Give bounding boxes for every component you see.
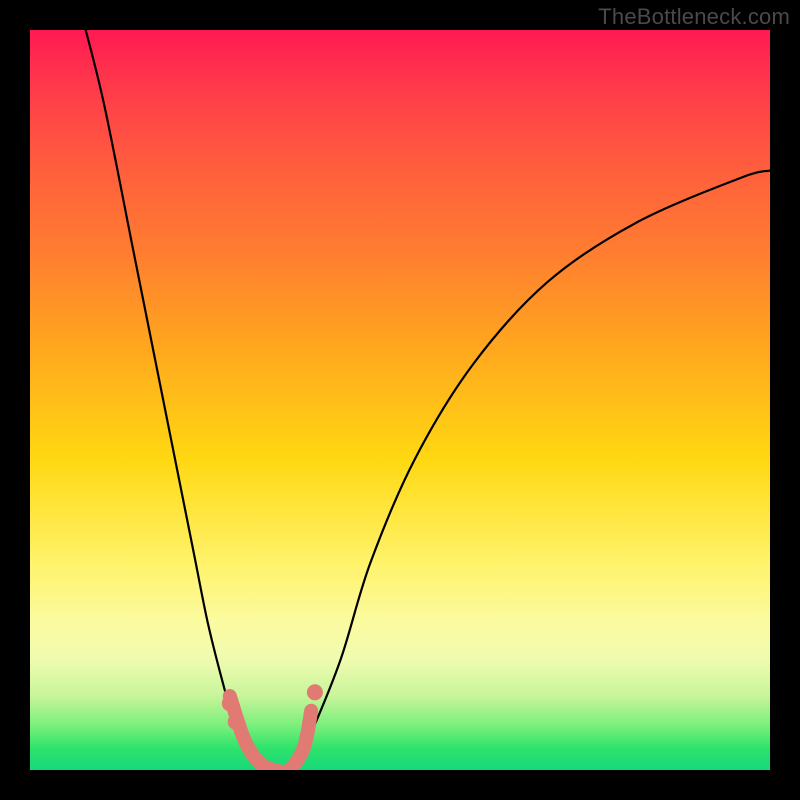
dot-left-lower — [228, 714, 244, 730]
dot-upper-right — [307, 684, 323, 700]
watermark-text: TheBottleneck.com — [598, 4, 790, 30]
bottleneck-curve — [82, 30, 770, 770]
accent-trough — [230, 696, 311, 770]
curve-svg — [30, 30, 770, 770]
dot-left-upper — [222, 695, 238, 711]
plot-area — [30, 30, 770, 770]
chart-frame: TheBottleneck.com — [0, 0, 800, 800]
